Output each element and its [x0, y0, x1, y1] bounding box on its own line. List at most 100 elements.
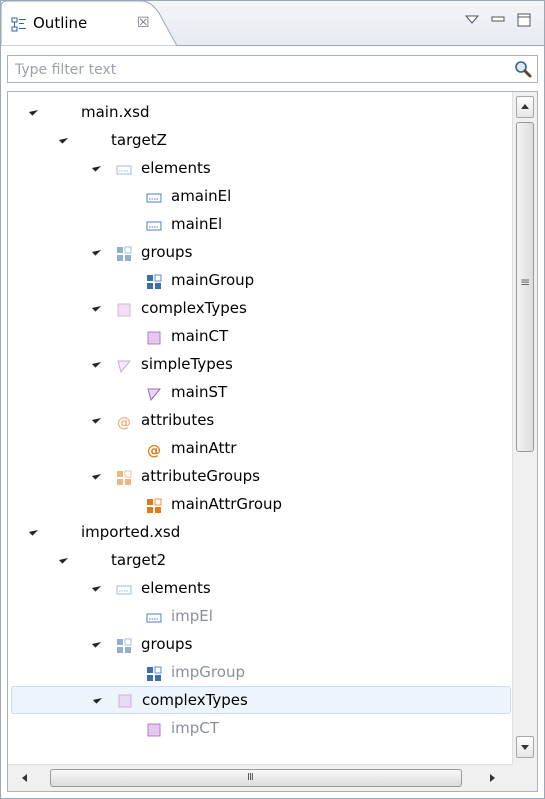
tree-row-label: imported.xsd — [81, 523, 181, 541]
filter-input[interactable] — [13, 58, 497, 82]
simple-type-icon — [116, 356, 132, 374]
vertical-scrollbar[interactable]: ≡ — [512, 92, 537, 764]
tree-row[interactable]: complexTypes — [11, 294, 511, 322]
svg-text:@: @ — [117, 415, 131, 430]
complex-type-icon — [116, 300, 132, 317]
scroll-right-button[interactable] — [490, 774, 495, 782]
tree-row-label: attributeGroups — [141, 467, 260, 485]
filter-box — [7, 55, 538, 83]
simple-type-icon — [146, 384, 162, 402]
tree-row[interactable]: impEl — [11, 602, 511, 630]
tree-row-label: mainCT — [171, 327, 229, 345]
tab-title: Outline — [33, 14, 88, 32]
tree-row[interactable]: elements — [11, 154, 511, 182]
expand-toggle-icon[interactable] — [91, 582, 102, 592]
tree-row-label: targetZ — [111, 131, 167, 149]
tree-row[interactable]: targetZ — [11, 126, 511, 154]
tree-row-label: groups — [141, 635, 193, 653]
tree-row-label: elements — [141, 159, 211, 177]
tree-row[interactable]: elements — [11, 574, 511, 602]
expand-toggle-icon[interactable] — [91, 414, 102, 424]
outline-view: Outline ☒ main.xsd targetZ elements amain… — [0, 0, 545, 799]
tree-row-label: mainST — [171, 383, 228, 401]
expand-toggle-icon[interactable] — [91, 470, 102, 480]
close-icon[interactable]: ☒ — [137, 15, 150, 31]
element-icon — [146, 188, 162, 204]
expand-toggle-icon[interactable] — [91, 358, 102, 368]
scroll-up-button[interactable] — [516, 96, 534, 118]
tree-row[interactable]: imported.xsd — [11, 518, 511, 546]
horizontal-scrollbar[interactable]: III — [8, 764, 512, 791]
tree-row-label: mainAttr — [171, 439, 237, 457]
complex-type-icon — [117, 692, 133, 708]
tree-row[interactable]: impGroup — [11, 658, 511, 686]
tree-row[interactable]: target2 — [11, 546, 511, 574]
thumb-grip: ≡ — [520, 275, 531, 289]
scroll-corner — [512, 764, 537, 791]
tree-row[interactable]: main.xsd — [11, 98, 511, 126]
attribute-group-icon — [146, 496, 162, 513]
expand-toggle-icon[interactable] — [91, 638, 102, 648]
group-icon — [116, 244, 132, 261]
tree-row[interactable]: mainAttrGroup — [11, 490, 511, 518]
outline-tree-panel: main.xsd targetZ elements amainEl mainEl … — [7, 91, 538, 792]
tree-row[interactable]: mainEl — [11, 210, 511, 238]
tree-row-label: simpleTypes — [141, 355, 233, 373]
scroll-down-button[interactable] — [516, 736, 534, 758]
tree-row[interactable]: simpleTypes — [11, 350, 511, 378]
tree-row[interactable]: attributeGroups — [11, 462, 511, 490]
expand-toggle-icon[interactable] — [28, 526, 39, 536]
attribute-icon: @ — [146, 440, 162, 459]
horizontal-scroll-thumb[interactable]: III — [50, 769, 462, 787]
expand-toggle-icon[interactable] — [92, 694, 103, 704]
expand-toggle-icon[interactable] — [58, 554, 69, 564]
tree-row-label: amainEl — [171, 187, 232, 205]
search-icon[interactable] — [513, 59, 533, 79]
tree-row[interactable]: @ mainAttr — [11, 434, 511, 462]
view-menu-icon[interactable] — [463, 11, 481, 29]
tree-row-label: mainAttrGroup — [171, 495, 283, 513]
tree-row-label: groups — [141, 243, 193, 261]
tree-row[interactable]: mainST — [11, 378, 511, 406]
vertical-scroll-thumb[interactable]: ≡ — [516, 122, 534, 452]
group-icon — [146, 664, 162, 681]
tree-row-label: main.xsd — [81, 103, 150, 121]
hthumb-grip: III — [247, 772, 254, 783]
group-icon — [146, 272, 162, 289]
tree-row-label: mainGroup — [171, 271, 255, 289]
tree-row-label: complexTypes — [141, 299, 247, 317]
tree-row-label: target2 — [111, 551, 167, 569]
element-icon — [116, 160, 132, 176]
tree-row[interactable]: groups — [11, 238, 511, 266]
expand-toggle-icon[interactable] — [91, 302, 102, 312]
outline-icon — [11, 17, 26, 32]
tree-row[interactable]: complexTypes — [11, 686, 511, 714]
expand-toggle-icon[interactable] — [91, 246, 102, 256]
scroll-left-button[interactable] — [22, 774, 27, 782]
element-icon — [116, 580, 132, 596]
expand-toggle-icon[interactable] — [91, 162, 102, 172]
expand-toggle-icon[interactable] — [28, 106, 39, 116]
tree-row[interactable]: mainGroup — [11, 266, 511, 294]
maximize-icon[interactable] — [515, 11, 533, 29]
tab-outline[interactable]: Outline ☒ — [1, 1, 177, 46]
outline-tree: main.xsd targetZ elements amainEl mainEl … — [8, 92, 512, 764]
tree-row-label: complexTypes — [142, 691, 248, 709]
complex-type-icon — [146, 720, 162, 737]
tree-row-label: mainEl — [171, 215, 223, 233]
tree-row-label: attributes — [141, 411, 215, 429]
tree-row-label: elements — [141, 579, 211, 597]
tree-row[interactable]: @ attributes — [11, 406, 511, 434]
element-icon — [146, 608, 162, 624]
tree-row[interactable]: groups — [11, 630, 511, 658]
expand-toggle-icon[interactable] — [58, 134, 69, 144]
tree-row[interactable]: impCT — [11, 714, 511, 742]
view-tab-bar: Outline ☒ — [1, 1, 544, 46]
tree-row[interactable]: mainCT — [11, 322, 511, 350]
minimize-icon[interactable] — [489, 11, 507, 29]
tree-row-label: impEl — [171, 607, 213, 625]
attribute-group-icon — [116, 468, 132, 485]
tree-row[interactable]: amainEl — [11, 182, 511, 210]
element-icon — [146, 216, 162, 232]
group-icon — [116, 636, 132, 653]
